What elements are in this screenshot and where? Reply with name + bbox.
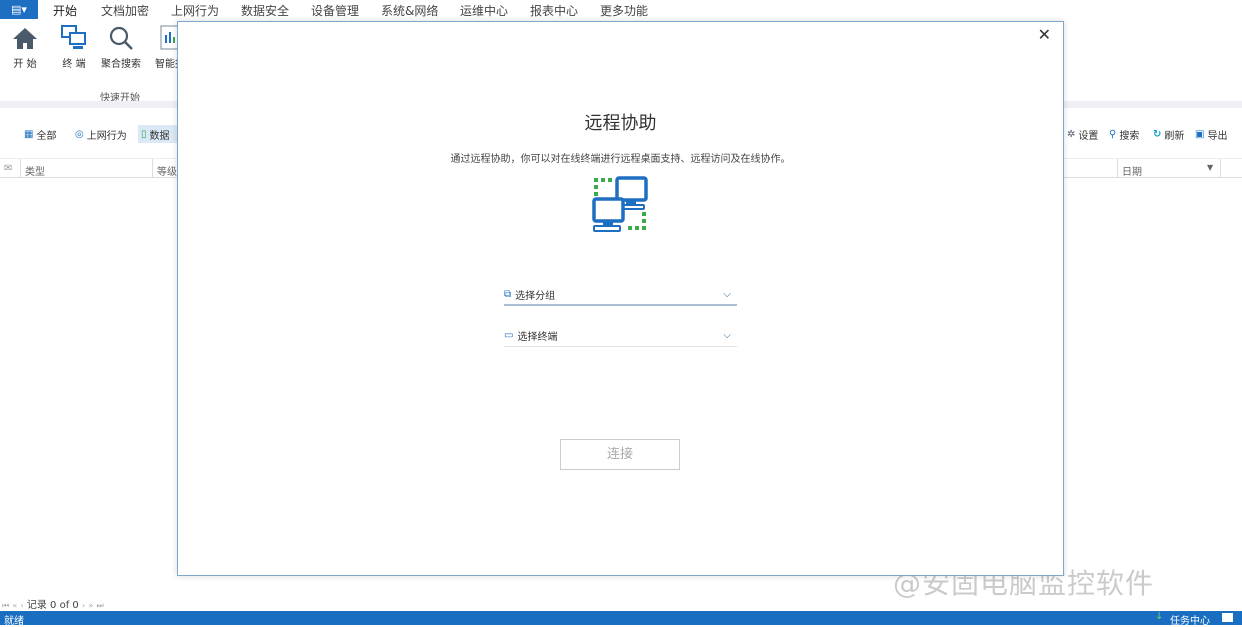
- status-bar: 就绪 ↓ 任务中心: [0, 611, 1242, 627]
- prev-page-button[interactable]: «: [12, 601, 17, 610]
- mail-icon: ✉: [4, 163, 13, 174]
- tab-ops-center[interactable]: 运维中心: [460, 2, 508, 19]
- tab-report-center[interactable]: 报表中心: [530, 2, 578, 19]
- refresh-icon: ↻: [1153, 128, 1162, 140]
- ribbon-label: 聚合搜索: [101, 59, 141, 70]
- window-icon[interactable]: [1222, 613, 1233, 622]
- tab-data-security[interactable]: 数据安全: [241, 2, 289, 19]
- filter-label: 上网行为: [86, 130, 127, 142]
- export-button[interactable]: ▣ 导出: [1192, 125, 1230, 143]
- tool-label: 刷新: [1164, 130, 1185, 142]
- terminal-select[interactable]: ▭ 选择终端 ⌵: [504, 325, 737, 347]
- search-icon: ⚲: [1109, 128, 1117, 140]
- column-date[interactable]: 日期: [1122, 163, 1142, 178]
- globe-search-icon: ◎: [75, 128, 84, 140]
- tab-device-mgmt[interactable]: 设备管理: [311, 2, 359, 19]
- terminal-select-label: 选择终端: [517, 332, 558, 343]
- gear-icon: ✲: [1067, 128, 1076, 140]
- export-icon: ▣: [1195, 128, 1205, 140]
- ribbon-label: 终 端: [62, 59, 86, 70]
- remote-assist-dialog: ✕ 远程协助 通过远程协助，你可以对在线终端进行远程桌面支持、远程访问及在线协作…: [177, 21, 1064, 576]
- download-icon: ↓: [1155, 611, 1164, 622]
- tab-doc-encrypt[interactable]: 文档加密: [101, 2, 149, 19]
- column-type[interactable]: 类型: [25, 163, 45, 178]
- tab-system-network[interactable]: 系统&网络: [381, 2, 438, 19]
- tab-more[interactable]: 更多功能: [600, 2, 648, 19]
- group-select[interactable]: ⧉ 选择分组 ⌵: [504, 284, 737, 306]
- last-page-button[interactable]: ⏭: [96, 601, 103, 610]
- column-level[interactable]: 等级: [157, 163, 177, 178]
- record-count: 记录 0 of 0: [26, 600, 79, 611]
- first-page-button[interactable]: ⏮: [2, 601, 9, 610]
- filter-web-behavior[interactable]: ◎ 上网行为: [72, 125, 130, 143]
- next-page-button[interactable]: »: [88, 601, 93, 610]
- filter-data[interactable]: ▯ 数据: [138, 125, 178, 143]
- settings-button[interactable]: ✲ 设置: [1064, 125, 1101, 143]
- menu-bar: ▤▾ 开始 文档加密 上网行为 数据安全 设备管理 系统&网络 运维中心 报表中…: [0, 0, 1242, 21]
- tool-label: 搜索: [1119, 130, 1140, 142]
- ribbon-search-button[interactable]: 聚合搜索: [97, 25, 145, 70]
- filter-all[interactable]: ▦ 全部: [21, 125, 59, 143]
- tab-web-behavior[interactable]: 上网行为: [171, 2, 219, 19]
- remote-computers-icon: [592, 176, 650, 237]
- home-icon: [1, 25, 49, 51]
- close-button[interactable]: ✕: [1038, 25, 1051, 44]
- filter-label: 数据: [149, 130, 170, 142]
- dialog-title: 远程协助: [584, 113, 657, 134]
- chevron-down-icon: ⌵: [723, 330, 731, 341]
- terminal-icon: [50, 25, 98, 51]
- tool-label: 导出: [1207, 130, 1228, 142]
- prev-button[interactable]: ‹: [20, 601, 23, 610]
- monitor-icon: ▭: [504, 330, 514, 341]
- document-icon: ▯: [141, 128, 147, 140]
- next-button[interactable]: ›: [82, 601, 85, 610]
- pager: ⏮ « ‹ 记录 0 of 0 › » ⏭: [2, 596, 104, 611]
- calendar-icon: ▦: [24, 128, 34, 140]
- dialog-description: 通过远程协助，你可以对在线终端进行远程桌面支持、远程访问及在线协作。: [450, 154, 791, 165]
- search-button[interactable]: ⚲ 搜索: [1106, 125, 1142, 143]
- search-icon: [97, 25, 145, 51]
- ribbon-start-button[interactable]: 开 始: [1, 25, 49, 70]
- tool-label: 设置: [1078, 130, 1099, 142]
- filter-label: 全部: [36, 130, 57, 142]
- chevron-down-icon: ⌵: [723, 288, 731, 300]
- group-select-label: 选择分组: [515, 290, 556, 302]
- ribbon-terminal-button[interactable]: 终 端: [50, 25, 98, 70]
- chevron-down-icon[interactable]: ▼: [1207, 163, 1213, 172]
- app-menu-button[interactable]: ▤▾: [0, 0, 38, 19]
- ribbon-label: 开 始: [13, 59, 37, 70]
- group-icon: ⧉: [504, 288, 512, 300]
- connect-button[interactable]: 连接: [560, 439, 680, 470]
- refresh-button[interactable]: ↻ 刷新: [1150, 125, 1187, 143]
